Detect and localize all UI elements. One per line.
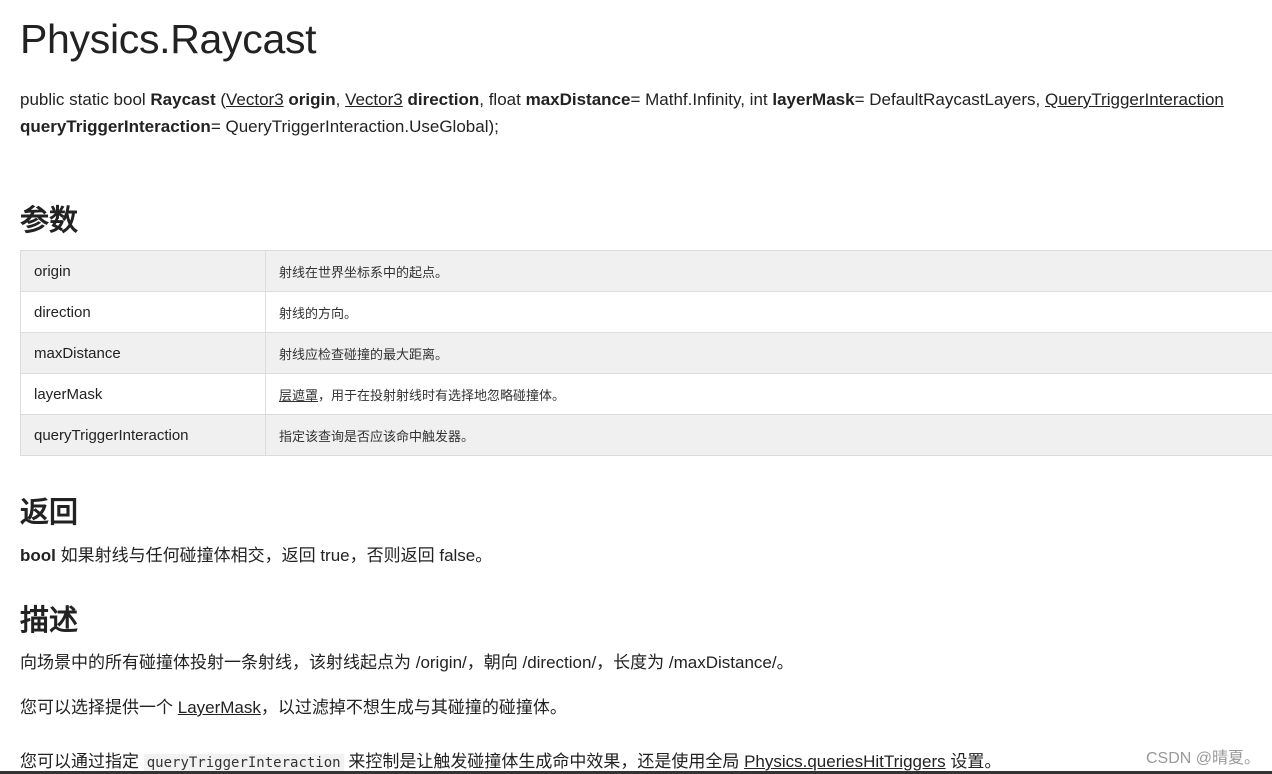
vector3-link[interactable]: Vector3 [345, 90, 403, 109]
param-name: queryTriggerInteraction [20, 414, 266, 456]
param-name: direction [20, 291, 266, 333]
table-row: layerMask 层遮罩，用于在投射射线时有选择地忽略碰撞体。 [20, 373, 1272, 415]
param-desc: 射线应检查碰撞的最大距离。 [265, 332, 1272, 374]
table-row: direction 射线的方向。 [20, 291, 1272, 333]
param-name: origin [20, 250, 266, 292]
param-desc: 指定该查询是否应该命中触发器。 [265, 414, 1272, 456]
param-name: layerMask [20, 373, 266, 415]
param-desc: 层遮罩，用于在投射射线时有选择地忽略碰撞体。 [265, 373, 1272, 415]
return-type: bool [20, 546, 56, 565]
page-title: Physics.Raycast [20, 16, 317, 62]
watermark: CSDN @晴夏。 [1145, 750, 1260, 767]
query-trigger-interaction-link[interactable]: QueryTriggerInteraction [1045, 90, 1224, 109]
queries-hit-triggers-link[interactable]: Physics.queriesHitTriggers [744, 752, 946, 771]
method-name: Raycast [150, 90, 216, 109]
method-signature: public static bool Raycast (Vector3 orig… [20, 90, 1224, 136]
table-row: maxDistance 射线应检查碰撞的最大距离。 [20, 332, 1272, 374]
param-desc: 射线的方向。 [265, 291, 1272, 333]
returns-text: bool 如果射线与任何碰撞体相交，返回 true，否则返回 false。 [20, 546, 493, 565]
description-para-1: 向场景中的所有碰撞体投射一条射线，该射线起点为 /origin/，朝向 /dir… [20, 653, 794, 672]
description-heading: 描述 [20, 605, 79, 637]
table-row: queryTriggerInteraction 指定该查询是否应该命中触发器。 [20, 414, 1272, 456]
params-heading: 参数 [20, 205, 79, 237]
returns-heading: 返回 [20, 497, 79, 529]
params-table: origin 射线在世界坐标系中的起点。 direction 射线的方向。 ma… [20, 250, 1272, 456]
description-para-2: 您可以选择提供一个 LayerMask，以过滤掉不想生成与其碰撞的碰撞体。 [20, 698, 567, 717]
doc-page: Physics.Raycast public static bool Rayca… [0, 0, 1272, 774]
inline-code: queryTriggerInteraction [143, 754, 344, 772]
layer-mask-link[interactable]: 层遮罩 [279, 388, 318, 403]
table-row: origin 射线在世界坐标系中的起点。 [20, 250, 1272, 292]
param-name: maxDistance [20, 332, 266, 374]
param-desc: 射线在世界坐标系中的起点。 [265, 250, 1272, 292]
vector3-link[interactable]: Vector3 [226, 90, 284, 109]
layermask-link[interactable]: LayerMask [178, 698, 261, 717]
